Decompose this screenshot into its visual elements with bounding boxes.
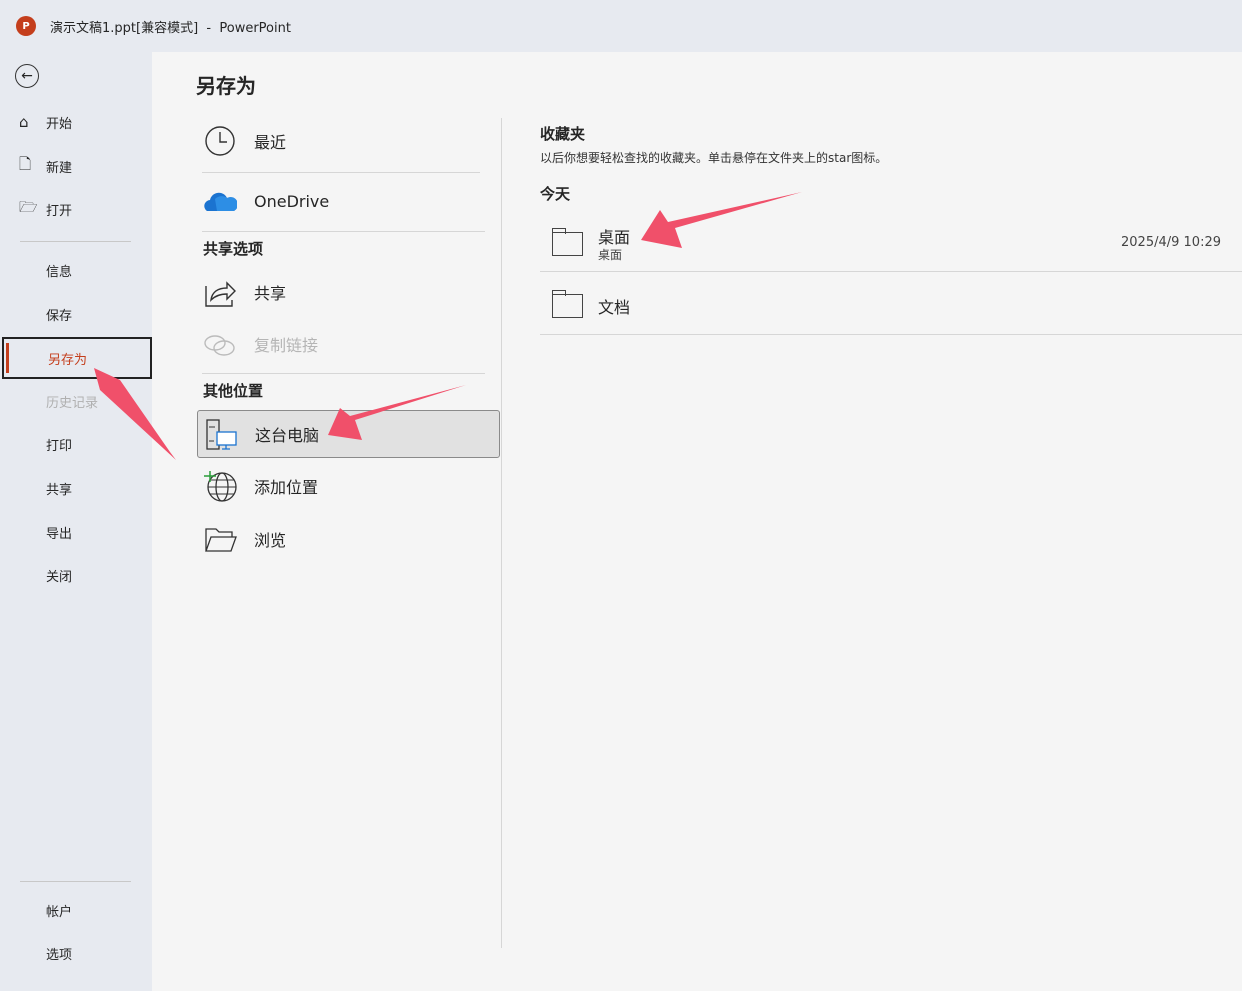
divider [20,881,131,882]
location-label: 复制链接 [254,336,319,355]
window-title: 演示文稿1.ppt[兼容模式] - PowerPoint [50,20,291,36]
divider [202,373,485,374]
sidebar-item-new[interactable]: 🗋 新建 [0,145,152,187]
section-share-options: 共享选项 [203,240,264,258]
page-title: 另存为 [196,74,256,98]
sidebar-item-label: 帐户 [46,904,73,920]
location-onedrive[interactable]: OneDrive [197,177,500,225]
onedrive-cloud-icon [204,192,237,211]
folder-icon [551,290,583,318]
column-divider [501,118,502,948]
sidebar-item-label: 另存为 [48,352,88,368]
folder-name: 文档 [598,298,631,317]
back-button[interactable]: ← [15,64,39,88]
sidebar-item-label: 打印 [46,438,73,454]
sidebar-item-info[interactable]: 信息 [0,249,152,291]
home-icon: ⌂ [19,113,29,131]
arrow-left-icon: ← [21,68,33,84]
location-label: 添加位置 [254,478,319,497]
location-label: 最近 [254,133,287,152]
save-as-pane: 另存为 最近 OneDrive 共享选项 共享 复制链接 其他位置 这台电脑 添… [152,52,1242,991]
backstage-sidebar: ← ⌂ 开始 🗋 新建 🗁 打开 信息 保存 另存为 历史记录 打印 共享 导出 关闭… [0,52,152,991]
location-browse[interactable]: 浏览 [197,515,500,563]
folder-row-documents[interactable]: 文档 [540,273,1242,335]
link-icon [204,335,235,356]
folder-open-icon [205,528,237,552]
sidebar-item-label: 打开 [46,203,73,219]
new-doc-icon: 🗋 [19,154,32,173]
divider [202,231,485,232]
location-copy-link: 复制链接 [197,320,500,368]
section-other-locations: 其他位置 [203,382,264,400]
folder-name: 桌面 [598,228,631,247]
sidebar-item-label: 开始 [46,116,73,132]
sidebar-item-account[interactable]: 帐户 [0,889,152,931]
sidebar-item-close[interactable]: 关闭 [0,554,152,596]
sidebar-item-label: 共享 [46,482,73,498]
location-label: 这台电脑 [255,426,320,445]
sidebar-item-label: 选项 [46,947,73,963]
clock-icon [205,126,235,156]
sidebar-item-history: 历史记录 [0,380,152,422]
location-label: OneDrive [254,191,330,211]
favorites-hint: 以后你想要轻松查找的收藏夹。单击悬停在文件夹上的star图标。 [540,151,888,165]
powerpoint-logo-icon: P [16,16,36,36]
computer-icon [206,419,237,450]
today-heading: 今天 [540,185,571,203]
favorites-title: 收藏夹 [540,125,586,143]
sidebar-item-label: 导出 [46,526,73,542]
sidebar-item-export[interactable]: 导出 [0,511,152,553]
sidebar-item-options[interactable]: 选项 [0,932,152,974]
sidebar-item-open[interactable]: 🗁 打开 [0,188,152,230]
divider [20,241,131,242]
location-label: 浏览 [254,531,287,550]
sidebar-item-print[interactable]: 打印 [0,423,152,465]
folder-icon [551,228,583,256]
share-icon [205,281,236,307]
location-recent[interactable]: 最近 [197,117,500,165]
folder-path: 桌面 [598,248,623,262]
folder-date: 2025/4/9 10:29 [1121,235,1221,250]
location-add-place[interactable]: 添加位置 [197,462,500,510]
location-label: 共享 [254,284,287,303]
folder-row-desktop[interactable]: 桌面 桌面 2025/4/9 10:29 [540,210,1242,272]
sidebar-item-label: 新建 [46,160,73,176]
sidebar-item-save-as[interactable]: 另存为 [2,337,152,379]
folder-open-icon: 🗁 [19,197,38,216]
title-bar: P 演示文稿1.ppt[兼容模式] - PowerPoint [0,0,1242,52]
globe-add-icon [204,471,237,502]
location-this-pc[interactable]: 这台电脑 [197,410,500,458]
sidebar-item-label: 信息 [46,264,73,280]
sidebar-item-save[interactable]: 保存 [0,293,152,335]
sidebar-item-share[interactable]: 共享 [0,467,152,509]
sidebar-item-label: 关闭 [46,569,73,585]
sidebar-item-label: 保存 [46,308,73,324]
sidebar-item-home[interactable]: ⌂ 开始 [0,101,152,143]
divider [202,172,480,173]
location-share[interactable]: 共享 [197,268,500,316]
sidebar-item-label: 历史记录 [46,395,99,411]
